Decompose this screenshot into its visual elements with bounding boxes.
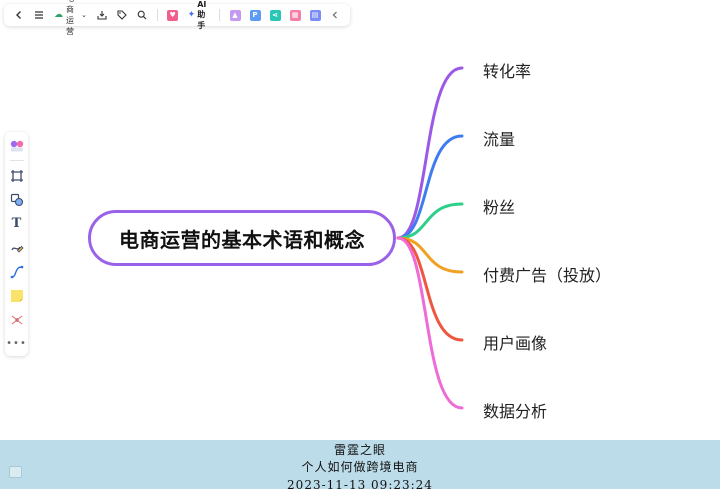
mindmap-icon[interactable] bbox=[8, 310, 26, 329]
grid-icon[interactable]: ▦ bbox=[286, 6, 304, 24]
ppt-badge: P bbox=[249, 9, 261, 21]
shape-icon[interactable] bbox=[8, 190, 26, 209]
template-square: ♥ bbox=[167, 9, 179, 21]
connector-icon[interactable] bbox=[8, 262, 26, 281]
image-icon[interactable]: ▲ bbox=[226, 6, 244, 24]
ai-sparkle-icon: ✦ bbox=[187, 10, 196, 20]
text-icon[interactable]: T bbox=[8, 214, 26, 233]
collapse-chevron-icon[interactable] bbox=[326, 6, 344, 24]
palette-icon[interactable] bbox=[8, 136, 26, 155]
text-glyph: T bbox=[11, 216, 22, 231]
ai-assistant-button[interactable]: ✦ AI助手 bbox=[184, 0, 214, 30]
ppt-icon[interactable]: P bbox=[246, 6, 264, 24]
toolbar-divider bbox=[157, 9, 158, 21]
minimap-icon[interactable] bbox=[9, 466, 22, 478]
branch-node-2[interactable]: 流量 bbox=[483, 126, 515, 150]
comment-icon[interactable]: ▤ bbox=[306, 6, 324, 24]
cloud-sync-icon: ☁ bbox=[54, 10, 63, 20]
root-node-text: 电商运营的基本术语和概念 bbox=[119, 227, 365, 252]
branch-node-5[interactable]: 用户画像 bbox=[483, 330, 547, 354]
document-title-text: 电商运营 bbox=[66, 0, 74, 36]
back-chevron-icon[interactable] bbox=[10, 6, 28, 24]
more-icon[interactable]: ••• bbox=[6, 334, 27, 353]
share-icon[interactable]: ⋖ bbox=[266, 6, 284, 24]
download-icon[interactable] bbox=[93, 6, 111, 24]
mindmap-root-node[interactable]: 电商运营的基本术语和概念 bbox=[88, 210, 396, 266]
branch-connector-6 bbox=[396, 236, 464, 410]
search-icon[interactable] bbox=[133, 6, 151, 24]
branch-connector-1 bbox=[396, 66, 464, 240]
document-title[interactable]: ☁ 电商运营 ⌄ bbox=[50, 0, 91, 37]
watermark-timestamp: 2023-11-13 09:23:24 bbox=[287, 478, 433, 489]
watermark-band: 雷霆之眼 个人如何做跨境电商 2023-11-13 09:23:24 bbox=[0, 440, 720, 489]
more-dots: ••• bbox=[6, 338, 27, 349]
watermark-title: 个人如何做跨境电商 bbox=[301, 460, 419, 474]
frame-icon[interactable] bbox=[8, 166, 26, 185]
branch-connector-5 bbox=[396, 236, 464, 342]
branch-node-4[interactable]: 付费广告（投放） bbox=[483, 262, 611, 286]
tag-icon[interactable] bbox=[113, 6, 131, 24]
branch-node-6[interactable]: 数据分析 bbox=[483, 398, 547, 422]
chevron-down-icon: ⌄ bbox=[81, 11, 88, 19]
grid-square: ▦ bbox=[289, 9, 301, 21]
share-square: ⋖ bbox=[269, 9, 281, 21]
branch-node-1[interactable]: 转化率 bbox=[483, 58, 531, 82]
pen-icon[interactable] bbox=[8, 238, 26, 257]
ai-assistant-label: AI助手 bbox=[197, 0, 207, 30]
rail-divider bbox=[9, 160, 24, 161]
left-tool-rail: T ••• bbox=[5, 132, 28, 356]
template-icon[interactable]: ♥ bbox=[164, 6, 182, 24]
top-toolbar: ☁ 电商运营 ⌄ ♥ ✦ AI助手 ▲ P ⋖ ▦ ▤ bbox=[4, 0, 350, 36]
watermark-author: 雷霆之眼 bbox=[333, 443, 386, 457]
image-square: ▲ bbox=[229, 9, 241, 21]
branch-node-3[interactable]: 粉丝 bbox=[483, 194, 515, 218]
branch-connector-2 bbox=[396, 134, 464, 240]
sticky-note-icon[interactable] bbox=[8, 286, 26, 305]
comment-square: ▤ bbox=[309, 9, 321, 21]
toolbar-divider bbox=[219, 9, 220, 21]
menu-icon[interactable] bbox=[30, 6, 48, 24]
